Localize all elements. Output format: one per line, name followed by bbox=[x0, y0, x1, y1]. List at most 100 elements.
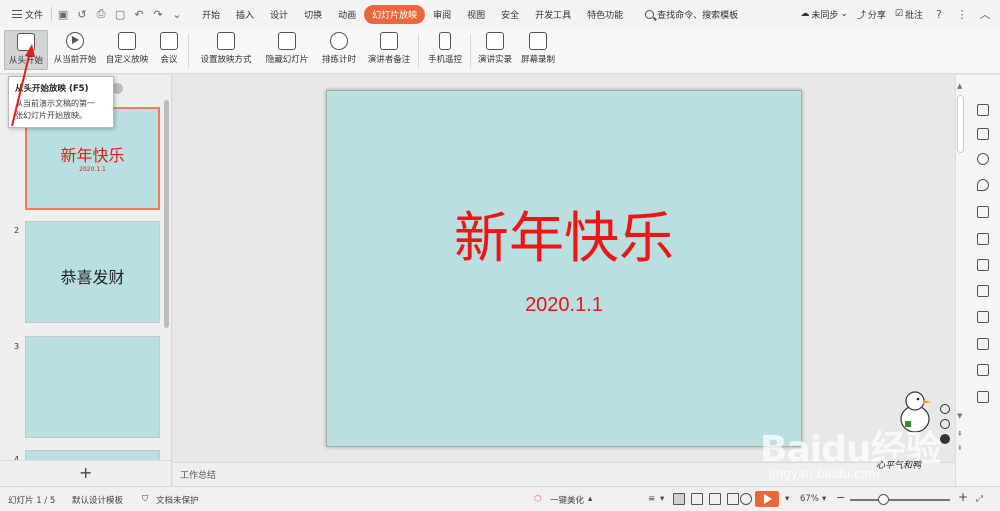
screen-record-label: 屏幕录制 bbox=[520, 55, 555, 65]
screen-record-button[interactable]: 屏幕录制 bbox=[518, 30, 558, 70]
scroll-down-icon[interactable]: ▼ bbox=[957, 412, 962, 420]
speaker-notes-button[interactable]: 演讲者备注 bbox=[366, 30, 412, 70]
annotation-arrow bbox=[11, 44, 35, 127]
tab-transitions[interactable]: 切换 bbox=[296, 5, 330, 24]
divider bbox=[418, 34, 419, 68]
add-slide-button[interactable]: + bbox=[79, 463, 92, 482]
meeting-label: 会议 bbox=[160, 55, 178, 65]
custom-show-label: 自定义放映 bbox=[105, 55, 149, 65]
notes-view-icon[interactable] bbox=[727, 493, 739, 505]
collapse-ribbon-icon[interactable]: ︿ bbox=[978, 6, 992, 22]
tab-insert[interactable]: 插入 bbox=[228, 5, 262, 24]
chart-icon[interactable] bbox=[977, 285, 989, 297]
phone-remote-label: 手机遥控 bbox=[427, 55, 462, 65]
tab-design[interactable]: 设计 bbox=[262, 5, 296, 24]
protection-status[interactable]: 文档未保护 bbox=[156, 494, 199, 506]
shield-icon: ⛉ bbox=[142, 494, 149, 504]
scroll-up-icon[interactable]: ▲ bbox=[957, 82, 962, 90]
beautify-icon: ⬡ bbox=[534, 494, 542, 504]
slide-subtitle[interactable]: 2020.1.1 bbox=[327, 294, 801, 317]
slide-sorter-icon[interactable] bbox=[691, 493, 703, 505]
phone-remote-button[interactable]: 手机遥控 bbox=[425, 30, 465, 70]
hide-slide-icon bbox=[278, 32, 296, 50]
previous-slide-icon[interactable]: ⇞ bbox=[957, 430, 963, 438]
screen-record-icon bbox=[529, 32, 547, 50]
help-icon[interactable]: ? bbox=[932, 8, 946, 21]
undo-icon[interactable]: ↶ bbox=[132, 7, 146, 21]
layout-icon[interactable] bbox=[977, 311, 989, 323]
record-presentation-label: 演讲实录 bbox=[477, 55, 512, 65]
tab-security[interactable]: 安全 bbox=[493, 5, 527, 24]
share-icon: ⤴ bbox=[856, 10, 866, 21]
beautify-button[interactable]: 一键美化 bbox=[550, 494, 584, 506]
tab-home[interactable]: 开始 bbox=[194, 5, 228, 24]
zoom-slider-handle[interactable] bbox=[878, 494, 889, 505]
customize-toolbar-icon[interactable]: ⌄ bbox=[170, 7, 184, 21]
slide-thumbnail[interactable]: 恭喜发财 bbox=[25, 221, 160, 323]
normal-view-icon[interactable] bbox=[673, 493, 685, 505]
hide-slide-button[interactable]: 隐藏幻灯片 bbox=[264, 30, 310, 70]
design-template-label[interactable]: 默认设计模板 bbox=[72, 494, 123, 506]
tab-developer[interactable]: 开发工具 bbox=[527, 5, 579, 24]
print-icon[interactable]: ⎙ bbox=[94, 7, 108, 21]
zoom-out-button[interactable]: − bbox=[836, 491, 845, 504]
search-label: 查找命令、搜索模板 bbox=[657, 10, 739, 21]
print-preview-icon[interactable]: ▢ bbox=[113, 7, 127, 21]
search-icon bbox=[645, 9, 655, 19]
file-menu-button[interactable]: 文件 bbox=[8, 6, 47, 23]
tab-animations[interactable]: 动画 bbox=[330, 5, 364, 24]
panel-footer: + bbox=[0, 460, 171, 486]
fill-icon[interactable] bbox=[977, 206, 989, 218]
panel-scrollbar[interactable] bbox=[164, 100, 169, 328]
file-menu-label: 文件 bbox=[25, 10, 44, 21]
tab-special-features[interactable]: 特色功能 bbox=[579, 5, 639, 24]
fit-to-window-icon[interactable]: ⤢ bbox=[976, 494, 983, 504]
redo-icon[interactable]: ↷ bbox=[151, 7, 165, 21]
slide-thumbnail[interactable] bbox=[25, 336, 160, 438]
play-slideshow-button[interactable] bbox=[755, 491, 779, 507]
zoom-slider-track[interactable] bbox=[850, 499, 950, 501]
command-search[interactable]: 查找命令、搜索模板 bbox=[645, 8, 738, 21]
notes-toggle-icon[interactable]: ≡ bbox=[648, 494, 655, 504]
next-slide-icon[interactable]: ⇟ bbox=[957, 444, 963, 452]
watermark-url: jingyan.baidu.com bbox=[769, 467, 880, 481]
zoom-in-button[interactable]: + bbox=[958, 490, 968, 504]
rehearse-timing-button[interactable]: 排练计时 bbox=[316, 30, 362, 70]
export-icon[interactable] bbox=[977, 364, 989, 376]
sticker-icon bbox=[940, 434, 950, 444]
sticker-icon bbox=[940, 419, 950, 429]
table-icon[interactable] bbox=[977, 233, 989, 245]
record-presentation-button[interactable]: 演讲实录 bbox=[476, 30, 514, 70]
menubar-right-actions: ☁ 未同步 ⌄ ⤴ 分享 ☑ 批注 ? ⋮ ︿ bbox=[800, 0, 992, 28]
ribbon-tabs: 开始 插入 设计 切换 动画 幻灯片放映 审阅 视图 安全 开发工具 特色功能 bbox=[194, 4, 639, 24]
canvas-scrollbar[interactable] bbox=[957, 95, 964, 153]
chevron-down-icon: ▾ bbox=[822, 494, 827, 504]
share-button[interactable]: ⤴ 分享 bbox=[857, 8, 886, 21]
more-icon[interactable]: ⋮ bbox=[955, 8, 969, 21]
tab-slideshow[interactable]: 幻灯片放映 bbox=[364, 4, 426, 24]
slideshow-settings-button[interactable]: 设置放映方式 bbox=[195, 30, 257, 70]
draw-icon[interactable] bbox=[977, 391, 989, 403]
slide-title[interactable]: 新年快乐 bbox=[327, 208, 801, 268]
zoom-level[interactable]: 67% bbox=[800, 494, 819, 504]
play-circle-icon bbox=[66, 32, 84, 50]
play-from-current-button[interactable]: 从当前开始 bbox=[52, 30, 98, 70]
tab-review[interactable]: 审阅 bbox=[425, 5, 459, 24]
reading-view-icon[interactable] bbox=[709, 493, 721, 505]
shape-icon[interactable] bbox=[977, 153, 989, 165]
tab-view[interactable]: 视图 bbox=[459, 5, 493, 24]
meeting-button[interactable]: 会议 bbox=[154, 30, 184, 70]
custom-show-button[interactable]: 自定义放映 bbox=[104, 30, 150, 70]
document-icon[interactable] bbox=[977, 338, 989, 350]
presenter-view-icon[interactable] bbox=[740, 493, 752, 505]
current-slide[interactable]: 新年快乐 2020.1.1 bbox=[326, 90, 802, 447]
copy-format-icon[interactable] bbox=[977, 128, 989, 140]
comment-button[interactable]: ☑ 批注 bbox=[895, 8, 923, 21]
undo-history-icon[interactable]: ↺ bbox=[75, 7, 89, 21]
save-icon[interactable]: ▣ bbox=[56, 7, 70, 21]
grid-icon[interactable] bbox=[977, 259, 989, 271]
slide-thumbnail-panel: 新年快乐 2020.1.1 2 恭喜发财 3 4 + bbox=[0, 75, 172, 486]
sync-button[interactable]: ☁ 未同步 ⌄ bbox=[800, 8, 848, 21]
select-icon[interactable] bbox=[977, 104, 989, 116]
location-icon[interactable] bbox=[977, 179, 989, 191]
